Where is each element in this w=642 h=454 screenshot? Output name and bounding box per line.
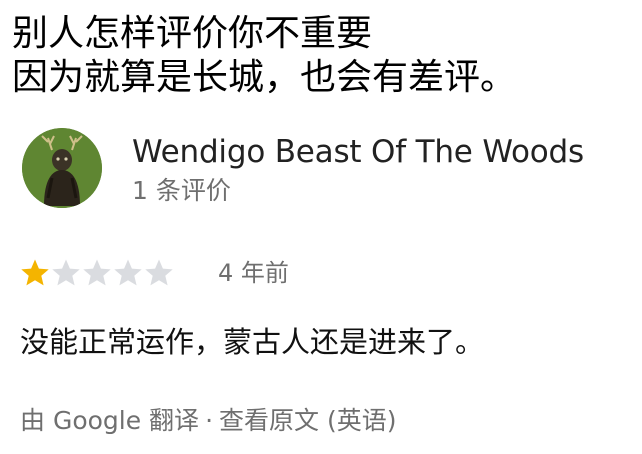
separator-dot: · — [205, 406, 214, 435]
wendigo-avatar-icon[interactable] — [22, 128, 102, 208]
reviewer-review-count: 1 条评价 — [132, 176, 231, 205]
star-empty-icon — [83, 259, 111, 286]
reviewer-header: Wendigo Beast Of The Woods 1 条评价 — [14, 128, 634, 218]
star-rating — [20, 258, 200, 288]
star-filled-icon — [21, 259, 49, 286]
review-text: 没能正常运作，蒙古人还是进来了。 — [20, 325, 485, 359]
star-empty-icon — [114, 259, 142, 286]
star-empty-icon — [52, 259, 80, 286]
rating-row: 4 年前 — [20, 256, 620, 290]
translated-by-label: 由 Google 翻译 — [20, 406, 200, 435]
reviewer-name[interactable]: Wendigo Beast Of The Woods — [132, 132, 584, 172]
star-empty-icon — [145, 259, 173, 286]
view-original-link[interactable]: 查看原文 (英语) — [219, 404, 396, 438]
caption-line-1: 别人怎样评价你不重要 — [12, 13, 373, 54]
caption-line-2: 因为就算是长城，也会有差评。 — [12, 57, 517, 98]
meme-caption: 别人怎样评价你不重要 因为就算是长城，也会有差评。 — [12, 12, 516, 100]
avatar-illustration — [22, 128, 102, 208]
review-age: 4 年前 — [218, 259, 289, 287]
translation-bar: 由 Google 翻译 · 查看原文 (英语) — [20, 404, 396, 438]
